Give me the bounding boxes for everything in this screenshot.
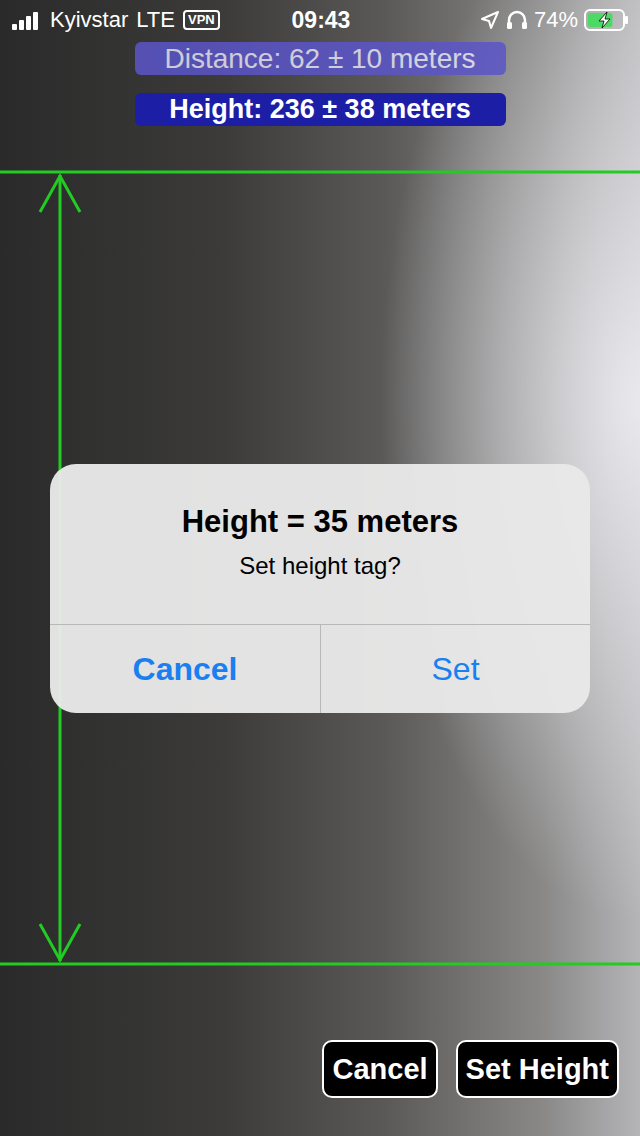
bottom-bar: Cancel Set Height	[0, 1040, 640, 1136]
location-arrow-icon	[480, 10, 500, 30]
status-bar: Kyivstar LTE VPN 09:43 74%	[0, 0, 640, 40]
vpn-badge: VPN	[183, 10, 220, 30]
battery-percent: 74%	[534, 7, 578, 33]
network-type: LTE	[136, 7, 175, 33]
alert-button[interactable]: Cancel	[50, 625, 320, 713]
readout-label[interactable]: Distance: 62 ± 10 meters	[135, 42, 506, 75]
charging-bolt-icon	[599, 12, 610, 28]
readouts: Distance: 62 ± 10 meters Height: 236 ± 38…	[0, 40, 640, 126]
signal-icon	[12, 10, 42, 30]
alert-message: Set height tag?	[239, 552, 400, 580]
readout-label[interactable]: Height: 236 ± 38 meters	[135, 93, 506, 126]
bottom-button[interactable]: Cancel	[322, 1040, 437, 1098]
alert-button[interactable]: Set	[320, 625, 590, 713]
alert-title: Height = 35 meters	[182, 504, 459, 540]
bottom-line[interactable]	[0, 963, 640, 966]
headphones-icon	[506, 10, 528, 30]
bottom-button[interactable]: Set Height	[456, 1040, 619, 1098]
clock: 09:43	[292, 7, 351, 34]
battery-icon	[584, 9, 630, 31]
alert-dialog: Height = 35 meters Set height tag? Cance…	[50, 464, 590, 713]
carrier: Kyivstar	[50, 7, 128, 33]
top-line[interactable]	[0, 171, 640, 174]
measure-screen: Kyivstar LTE VPN 09:43 74% Distance: 62 …	[0, 0, 640, 1136]
